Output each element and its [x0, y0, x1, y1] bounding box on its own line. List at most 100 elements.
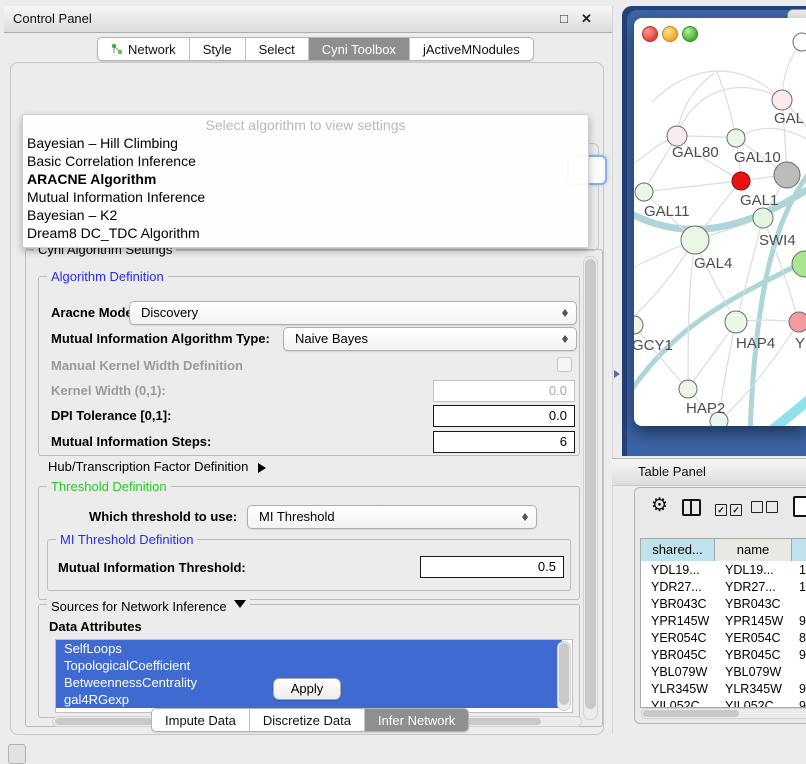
settings-vscrollbar[interactable]: [583, 256, 598, 720]
column-header-sharedname[interactable]: shared...: [641, 539, 715, 561]
table-cell[interactable]: YBR045C: [651, 648, 707, 662]
tab-network-label: Network: [128, 42, 176, 57]
network-graph[interactable]: [634, 18, 806, 426]
node-label: HAP2: [686, 400, 725, 417]
tab-select[interactable]: Select: [245, 38, 308, 60]
combo-arrows-icon: [521, 509, 529, 525]
node-label: Y: [795, 335, 805, 352]
tab-infer-network[interactable]: Infer Network: [364, 709, 468, 731]
mi-steps-field[interactable]: 6: [433, 431, 575, 453]
collapsed-panel-icon[interactable]: [8, 744, 26, 764]
table-cell[interactable]: YER054C: [725, 631, 781, 645]
table-cell[interactable]: 9.: [799, 648, 806, 662]
table-cell[interactable]: 9.: [799, 682, 806, 696]
dropdown-item[interactable]: Bayesian – Hill Climbing: [27, 135, 178, 151]
collapse-down-icon: [234, 600, 246, 614]
table-cell[interactable]: YDR27...: [651, 580, 702, 594]
dropdown-item[interactable]: Bayesian – K2: [27, 207, 117, 223]
tab-cyni-toolbox[interactable]: Cyni Toolbox: [308, 38, 409, 60]
mi-threshold-box: MI Threshold Definition Mutual Informati…: [47, 539, 571, 591]
dropdown-item[interactable]: Mutual Information Inference: [27, 189, 205, 205]
table-cell[interactable]: YDL19...: [651, 563, 700, 577]
column-header-name[interactable]: name: [715, 539, 792, 561]
threshold-definition-box: Threshold Definition Which threshold to …: [38, 486, 580, 600]
algorithm-definition-box: Algorithm Definition Aracne Mode: Discov…: [38, 276, 580, 456]
table-panel-title: Table Panel: [638, 464, 706, 479]
close-icon[interactable]: ✕: [581, 11, 592, 27]
table-cell[interactable]: 9.: [799, 614, 806, 628]
sources-box-title[interactable]: Sources for Network Inference: [47, 597, 250, 614]
node-label: GAL11: [644, 203, 690, 220]
control-panel-title: Control Panel: [13, 11, 92, 26]
tab-impute-data[interactable]: Impute Data: [152, 709, 249, 731]
table-cell[interactable]: YLR345W: [651, 682, 708, 696]
cyni-bottom-tabbar: Impute Data Discretize Data Infer Networ…: [151, 708, 469, 732]
aracne-mode-combo[interactable]: Discovery: [129, 301, 577, 325]
new-table-icon[interactable]: [793, 496, 806, 517]
which-threshold-combo[interactable]: MI Threshold: [247, 505, 537, 529]
gear-icon[interactable]: ⚙: [651, 494, 668, 517]
dropdown-prompt: Select algorithm to view settings: [23, 117, 588, 133]
network-icon: [111, 43, 123, 55]
table-cell[interactable]: 12: [799, 580, 806, 594]
threshold-definition-title: Threshold Definition: [47, 479, 171, 494]
dropdown-item[interactable]: Basic Correlation Inference: [27, 153, 196, 169]
combo-arrows-icon: [561, 305, 569, 321]
table-cell[interactable]: YIL052C: [725, 699, 774, 708]
table-cell[interactable]: 9: [799, 699, 806, 708]
column-header-partial[interactable]: [792, 539, 806, 561]
mi-type-label: Mutual Information Algorithm Type:: [51, 331, 270, 346]
table-cell[interactable]: YBL079W: [651, 665, 707, 679]
tab-style[interactable]: Style: [189, 38, 245, 60]
list-vscrollbar[interactable]: [557, 641, 571, 711]
table-panel-titlebar: Table Panel: [612, 458, 806, 486]
table-rows: YDL19... YDL19... 13 YDR27... YDR27... 1…: [641, 561, 806, 707]
mi-threshold-field[interactable]: 0.5: [420, 556, 564, 578]
table-cell[interactable]: 8.: [799, 631, 806, 645]
network-view-window[interactable]: GAL GAL80 GAL10 GAL1 GAL11 SWI4 GAL4 GCY…: [634, 18, 806, 426]
table-hscrollbar[interactable]: [641, 708, 806, 719]
float-window-icon[interactable]: □: [560, 11, 568, 26]
control-panel-titlebar: Control Panel □ ✕: [4, 6, 612, 33]
manual-kernel-label: Manual Kernel Width Definition: [51, 358, 243, 373]
dropdown-item[interactable]: Dream8 DC_TDC Algorithm: [27, 225, 200, 241]
list-item[interactable]: TopologicalCoefficient: [56, 657, 562, 674]
dropdown-item-selected[interactable]: ARACNE Algorithm: [27, 171, 156, 187]
kernel-width-field: 0.0: [433, 380, 575, 402]
node-label: GAL: [774, 110, 804, 127]
table-cell[interactable]: 13: [799, 563, 806, 577]
tab-network[interactable]: Network: [98, 38, 189, 60]
expand-right-icon: [258, 463, 271, 473]
table-cell[interactable]: YBR043C: [725, 597, 781, 611]
apply-button[interactable]: Apply: [273, 678, 341, 700]
node-label: GAL1: [740, 192, 778, 209]
tab-discretize-data[interactable]: Discretize Data: [249, 709, 364, 731]
table-cell[interactable]: YPR145W: [651, 614, 709, 628]
table-cell[interactable]: YPR145W: [725, 614, 783, 628]
checked-columns-icon[interactable]: ✓✓: [715, 500, 742, 518]
node-label: HAP4: [736, 335, 775, 352]
dpi-tolerance-label: DPI Tolerance [0,1]:: [51, 408, 171, 423]
control-panel-window: Control Panel □ ✕ Network Style Select C…: [4, 6, 613, 734]
node-label: GCY1: [634, 337, 673, 354]
table-cell[interactable]: YBL079W: [725, 665, 781, 679]
mi-type-combo[interactable]: Naive Bayes: [283, 327, 577, 351]
hub-definition-toggle[interactable]: Hub/Transcription Factor Definition: [48, 459, 271, 474]
node-label: SWI4: [759, 232, 796, 249]
network-desktop-area: GAL GAL80 GAL10 GAL1 GAL11 SWI4 GAL4 GCY…: [622, 6, 806, 456]
table-cell[interactable]: YBR045C: [725, 648, 781, 662]
table-cell[interactable]: YIL052C: [651, 699, 700, 708]
table-cell[interactable]: YDR27...: [725, 580, 776, 594]
list-item[interactable]: SelfLoops: [56, 640, 562, 657]
unchecked-columns-icon[interactable]: [751, 500, 778, 518]
table-cell[interactable]: YDL19...: [725, 563, 774, 577]
split-columns-icon[interactable]: [682, 499, 701, 516]
table-cell[interactable]: YLR345W: [725, 682, 782, 696]
manual-kernel-checkbox[interactable]: [557, 357, 572, 372]
node-table: shared... name YDL19... YDL19... 13 YDR2…: [640, 538, 806, 708]
tab-jactivemnodules[interactable]: jActiveMNodules: [409, 38, 533, 60]
table-panel: ⚙ ✓✓ shared... name YDL19... YDL19... 13…: [634, 487, 806, 724]
table-cell[interactable]: YBR043C: [651, 597, 707, 611]
table-cell[interactable]: YER054C: [651, 631, 707, 645]
dpi-tolerance-field[interactable]: 0.0: [433, 405, 575, 427]
